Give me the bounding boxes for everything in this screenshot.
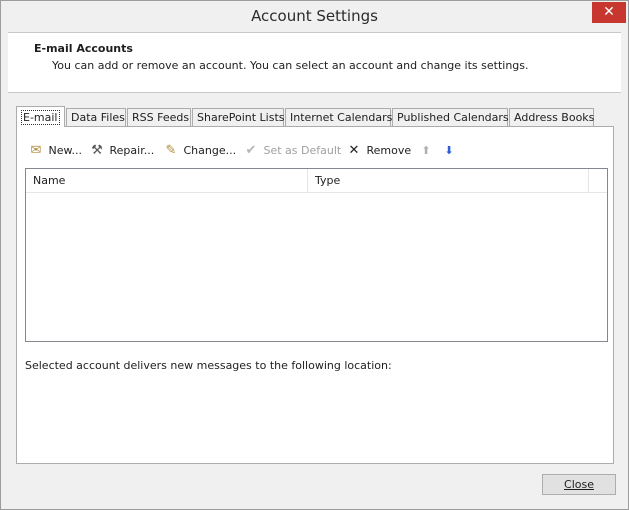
x-icon: ✕ [348, 143, 360, 158]
arrow-up-icon: ⬆ [421, 144, 431, 157]
tab-published-calendars[interactable]: Published Calendars [392, 108, 509, 127]
change-button[interactable]: ✎ Change... [162, 141, 237, 161]
tab-address-books[interactable]: Address Books [509, 108, 594, 127]
header-description: You can add or remove an account. You ca… [52, 59, 529, 72]
account-settings-window: Account Settings ✕ E-mail Accounts You c… [0, 0, 629, 510]
repair-button[interactable]: ⚒ Repair... [88, 141, 154, 161]
checkmark-icon: ✔ [245, 143, 257, 158]
tab-email[interactable]: E-mail [16, 106, 65, 127]
move-up-button[interactable]: ⬆ [417, 141, 435, 161]
repair-tools-icon: ⚒ [91, 143, 103, 158]
tab-internet-calendars[interactable]: Internet Calendars [285, 108, 392, 127]
email-accounts-header: E-mail Accounts You can add or remove an… [8, 32, 621, 93]
close-button[interactable]: Close [542, 474, 616, 495]
delivery-location-label: Selected account delivers new messages t… [25, 359, 392, 372]
column-header-type[interactable]: Type [308, 169, 589, 193]
email-tab-panel: ✉ New... ⚒ Repair... ✎ Change... ✔ Set a… [16, 126, 614, 464]
set-as-default-button[interactable]: ✔ Set as Default [242, 141, 342, 161]
move-down-button[interactable]: ⬇ [440, 141, 458, 161]
column-header-name[interactable]: Name [26, 169, 308, 193]
change-account-icon: ✎ [165, 143, 177, 158]
new-button[interactable]: ✉ New... [27, 141, 82, 161]
new-account-icon: ✉ [30, 143, 42, 158]
remove-button[interactable]: ✕ Remove [345, 141, 412, 161]
accounts-list[interactable]: Name Type [25, 168, 608, 342]
title-bar[interactable]: Account Settings ✕ [1, 1, 628, 31]
list-header: Name Type [26, 169, 607, 193]
window-close-icon[interactable]: ✕ [592, 2, 626, 23]
arrow-down-icon: ⬇ [444, 144, 454, 157]
tab-rss-feeds[interactable]: RSS Feeds [127, 108, 191, 127]
window-title: Account Settings [251, 7, 378, 25]
tab-data-files[interactable]: Data Files [66, 108, 126, 127]
tab-sharepoint-lists[interactable]: SharePoint Lists [192, 108, 285, 127]
header-title: E-mail Accounts [34, 42, 133, 55]
